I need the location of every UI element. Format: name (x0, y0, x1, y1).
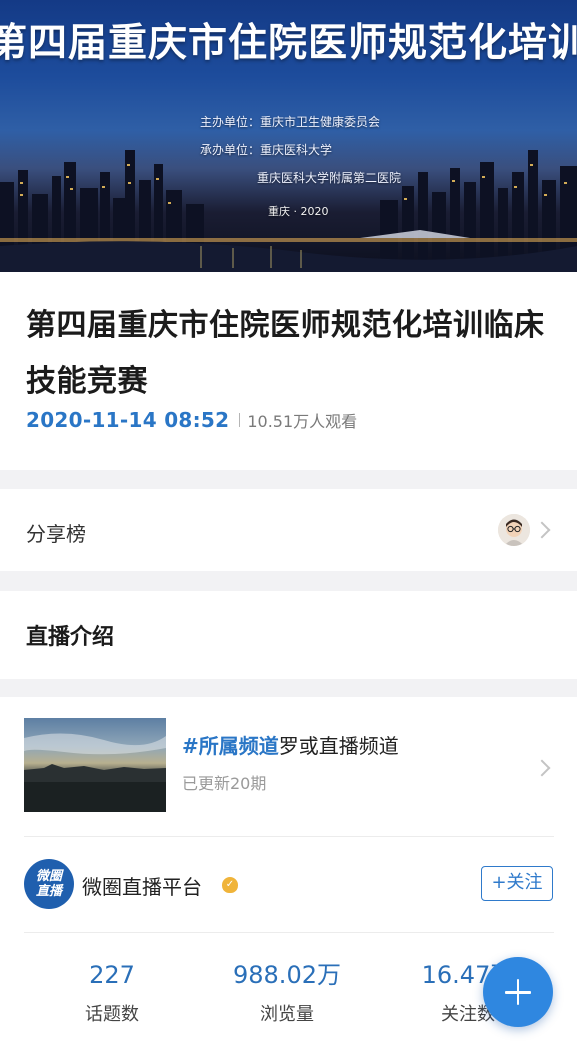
platform-logo[interactable]: 微圈 直播 (24, 859, 74, 909)
stat-views[interactable]: 988.02万 浏览量 (207, 960, 367, 1026)
live-title: 第四届重庆市住院医师规范化培训临床技能竞赛 (26, 308, 545, 399)
banner-organizer-undertaker: 承办单位：重庆医科大学 (200, 143, 333, 157)
banner-organizer-host: 主办单位：重庆市卫生健康委员会 (200, 115, 381, 129)
live-intro-section: 直播介绍 (0, 591, 577, 679)
banner-organizer-hospital: 重庆医科大学附属第二医院 (257, 171, 402, 185)
live-time: 2020-11-14 08:52 (26, 408, 230, 432)
banner-place-year: 重庆 · 2020 (268, 205, 329, 218)
platform-logo-line1: 微圈 (35, 869, 62, 884)
channel-thumbnail[interactable] (24, 718, 166, 812)
live-intro-heading: 直播介绍 (26, 625, 115, 650)
stat-topics-label: 话题数 (85, 1004, 139, 1025)
share-ranking-label: 分享榜 (26, 522, 86, 546)
follow-button[interactable]: +关注 (481, 866, 553, 901)
banner-image: 第四届重庆市住院医师规范化培训临床技能竞 主办单位：重庆市卫生健康委员会 承办单… (0, 0, 577, 272)
stat-topics-value: 227 (89, 961, 135, 989)
avatar[interactable] (498, 514, 530, 546)
stat-views-value: 988.02万 (233, 961, 341, 989)
banner-organizers: 主办单位：重庆市卫生健康委员会 承办单位：重庆医科大学 重庆医科大学附属第二医院 (200, 108, 401, 192)
live-detail-page: 第四届重庆市住院医师规范化培训临床技能竞 主办单位：重庆市卫生健康委员会 承办单… (0, 0, 577, 1048)
stat-views-label: 浏览量 (260, 1004, 314, 1025)
channel-update-count: 已更新20期 (182, 774, 267, 793)
verified-badge-icon: ✓ (222, 877, 238, 893)
platform-logo-line2: 直播 (35, 884, 62, 899)
channel-divider (24, 836, 554, 837)
plus-icon[interactable] (483, 957, 553, 1027)
channel-name[interactable]: 罗或直播频道 (279, 734, 399, 758)
platform-name[interactable]: 微圈直播平台 (82, 871, 202, 900)
view-count: 10.51万人观看 (247, 412, 358, 431)
stat-topics[interactable]: 227 话题数 (32, 960, 192, 1026)
avatar-face-icon (498, 514, 530, 546)
share-ranking-row[interactable]: 分享榜 (0, 489, 577, 571)
live-meta: 2020-11-14 08:52 10.51万人观看 (26, 408, 357, 432)
live-info-card: 第四届重庆市住院医师规范化培训临床技能竞赛 2020-11-14 08:52 1… (0, 272, 577, 470)
channel-thumbnail-image (24, 733, 166, 812)
platform-divider (24, 932, 554, 933)
meta-divider (239, 413, 241, 427)
channel-title[interactable]: #所属频道罗或直播频道 (182, 730, 399, 759)
channel-tag[interactable]: #所属频道 (182, 734, 279, 758)
banner-title: 第四届重庆市住院医师规范化培训临床技能竞 (0, 21, 577, 66)
